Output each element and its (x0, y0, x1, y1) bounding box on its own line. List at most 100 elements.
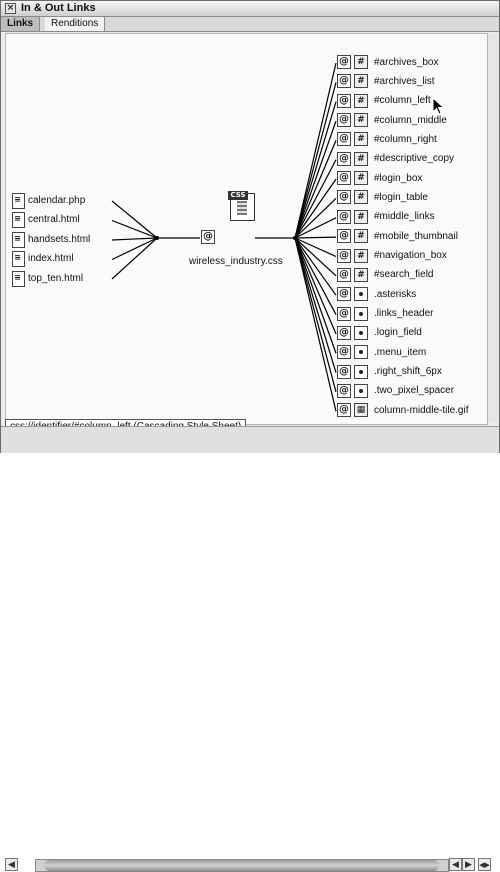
outgoing-item-7[interactable]: @ # #login_table (337, 189, 428, 205)
html-file-icon: ≡ (11, 212, 25, 228)
outgoing-item-label: #column_right (374, 133, 437, 145)
anchor-icon: @ (337, 403, 351, 418)
incoming-file-3[interactable]: ≡ index.html (11, 251, 74, 267)
css-class-icon (354, 345, 368, 360)
vertical-scrollbar[interactable] (487, 33, 499, 423)
incoming-file-4[interactable]: ≡ top_ten.html (11, 270, 83, 287)
scroll-left-button[interactable]: ◀ (5, 858, 18, 871)
outgoing-item-label: #mobile_thumbnail (374, 230, 458, 242)
css-class-icon (354, 325, 368, 340)
incoming-file-1[interactable]: ≡ central.html (11, 212, 80, 228)
close-window-button[interactable]: × (5, 3, 16, 14)
anchor-icon: @ (337, 364, 351, 379)
outgoing-item-16[interactable]: @ .right_shift_6px (337, 364, 442, 380)
anchor-icon: @ (337, 229, 351, 244)
tab-renditions[interactable]: Renditions (45, 17, 106, 31)
outgoing-item-5[interactable]: @ # #descriptive_copy (337, 151, 454, 167)
anchor-icon: @ (337, 113, 351, 128)
scroll-right-button[interactable]: ▶ (462, 858, 475, 871)
anchor-icon: @ (337, 267, 351, 282)
outgoing-item-8[interactable]: @ # #middle_links (337, 209, 435, 225)
tab-links[interactable]: Links (1, 17, 41, 31)
outgoing-item-label: .login_field (374, 327, 422, 339)
anchor-icon: @ (337, 345, 351, 360)
outgoing-hub-dot (293, 236, 297, 240)
outgoing-link-line (294, 237, 337, 354)
outgoing-item-label: #column_left (374, 95, 431, 107)
css-id-icon: # (354, 229, 368, 244)
outgoing-link-line (294, 237, 337, 412)
css-badge: CSS (228, 191, 248, 200)
scroll-thumb[interactable] (44, 860, 439, 871)
anchor-icon: @ (337, 248, 351, 263)
outgoing-link-line (294, 82, 337, 239)
outgoing-item-15[interactable]: @ .menu_item (337, 344, 426, 360)
incoming-file-0[interactable]: ≡ calendar.php (11, 192, 86, 209)
outgoing-item-6[interactable]: @ # #login_box (337, 170, 422, 186)
css-id-icon: # (354, 132, 368, 147)
incoming-link-line (111, 237, 158, 261)
anchor-icon: @ (337, 93, 351, 108)
outgoing-link-line (294, 237, 337, 393)
outgoing-item-18[interactable]: @ ▦ column-middle-tile.gif (337, 402, 468, 418)
scroll-left-end-button[interactable]: ◀ (449, 858, 462, 871)
outgoing-item-label: .menu_item (374, 346, 427, 358)
incoming-file-label: index.html (28, 253, 74, 264)
css-id-icon: # (354, 113, 368, 128)
outgoing-item-1[interactable]: @ # #archives_list (337, 73, 435, 89)
anchor-icon: @ (337, 287, 351, 302)
css-id-icon: # (354, 74, 368, 89)
outgoing-item-label: #column_middle (374, 114, 447, 126)
outgoing-item-13[interactable]: @ .links_header (337, 306, 433, 322)
outgoing-item-0[interactable]: @ # #archives_box (337, 54, 438, 70)
outgoing-link-line (294, 62, 337, 239)
center-file-label[interactable]: wireless_industry.css (189, 256, 283, 267)
incoming-link-line (111, 237, 158, 280)
in-out-links-window: × In & Out Links Links Renditions CSS @ … (0, 0, 500, 872)
outgoing-item-14[interactable]: @ .login_field (337, 325, 422, 341)
scroll-track[interactable] (35, 859, 449, 872)
outgoing-item-17[interactable]: @ .two_pixel_spacer (337, 383, 454, 399)
incoming-file-2[interactable]: ≡ handsets.html (11, 231, 91, 248)
anchor-icon: @ (337, 74, 351, 89)
anchor-icon: @ (337, 171, 351, 186)
outgoing-item-10[interactable]: @ # #navigation_box (337, 248, 447, 264)
outgoing-item-12[interactable]: @ .asterisks (337, 286, 416, 302)
anchor-icon: @ (337, 383, 351, 398)
outgoing-item-label: #navigation_box (374, 250, 447, 261)
outgoing-item-label: #descriptive_copy (374, 153, 455, 165)
anchor-icon: @ (337, 209, 351, 224)
css-id-icon: # (354, 190, 368, 205)
html-file-icon: ≡ (11, 231, 25, 248)
css-id-icon: # (354, 248, 368, 263)
outgoing-item-label: #archives_list (374, 75, 435, 87)
outgoing-link-line (294, 237, 337, 373)
center-anchor-icon[interactable]: @ (201, 230, 218, 244)
incoming-file-label: calendar.php (28, 194, 86, 206)
css-id-icon: # (354, 93, 368, 108)
incoming-file-label: handsets.html (28, 233, 91, 245)
css-id-icon: # (354, 151, 368, 166)
outgoing-item-label: .two_pixel_spacer (374, 385, 455, 397)
resize-corner[interactable]: ◀▶ (478, 858, 491, 871)
outgoing-item-4[interactable]: @ # #column_right (337, 131, 437, 147)
outgoing-item-label: #login_table (374, 191, 428, 203)
outgoing-item-11[interactable]: @ # #search_field (337, 267, 433, 283)
outgoing-item-label: #middle_links (374, 211, 435, 223)
anchor-icon: @ (337, 55, 351, 69)
css-class-icon (354, 306, 368, 321)
css-id-icon: # (354, 267, 368, 282)
center-css-document-icon[interactable]: CSS (228, 191, 255, 221)
outgoing-item-label: #search_field (374, 269, 434, 281)
outgoing-item-3[interactable]: @ # #column_middle (337, 112, 447, 128)
horizontal-scrollbar[interactable]: ◀ ◀ ▶ ◀▶ (5, 858, 491, 872)
css-class-icon (354, 383, 368, 398)
title-bar[interactable]: × In & Out Links (1, 1, 499, 17)
outgoing-item-2[interactable]: @ # #column_left (337, 93, 431, 109)
anchor-icon: @ (337, 306, 351, 321)
outgoing-item-label: .asterisks (374, 288, 417, 300)
html-file-icon: ≡ (11, 270, 25, 287)
anchor-icon: @ (337, 325, 351, 340)
incoming-file-label: central.html (28, 214, 80, 225)
outgoing-item-9[interactable]: @ # #mobile_thumbnail (337, 228, 458, 244)
